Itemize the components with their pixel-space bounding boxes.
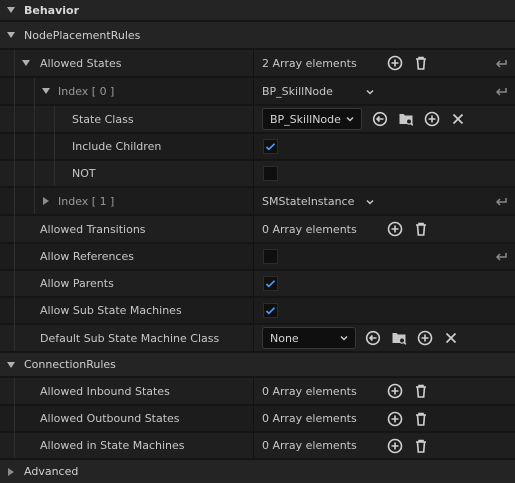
use-selected-icon[interactable] (372, 111, 388, 127)
prop-label: State Class (72, 112, 134, 126)
category-label: Behavior (24, 3, 80, 17)
array-count: 0 Array elements (262, 412, 357, 425)
prop-default-sub-sm-class: Default Sub State Machine Class None (0, 325, 515, 351)
prop-label: Index [ 0 ] (58, 84, 115, 98)
tree-guide (34, 78, 35, 214)
array-count: 2 Array elements (262, 56, 357, 70)
chevron-right-icon[interactable] (43, 197, 49, 205)
allow-references-checkbox[interactable] (263, 249, 278, 264)
prop-allow-references: Allow References (0, 244, 515, 269)
browse-icon[interactable] (398, 111, 414, 127)
chevron-down-icon[interactable] (365, 87, 375, 97)
chevron-down-icon[interactable] (7, 361, 15, 368)
category-label: ConnectionRules (24, 358, 116, 371)
prop-not: NOT (0, 161, 515, 186)
prop-label: Allow References (40, 250, 134, 263)
tree-guide (14, 378, 15, 458)
clear-icon[interactable] (450, 111, 466, 127)
category-label: NodePlacementRules (24, 28, 141, 42)
category-advanced[interactable]: Advanced (0, 460, 515, 483)
dropdown-value: None (270, 331, 299, 345)
chevron-down-icon (345, 114, 355, 124)
prop-allowed-in-state-machines: Allowed in State Machines 0 Array elemen… (0, 433, 515, 458)
category-node-placement-rules[interactable]: NodePlacementRules (0, 22, 515, 48)
prop-index-1: Index [ 1 ] SMStateInstance (0, 188, 515, 214)
add-icon[interactable] (424, 111, 440, 127)
prop-allow-sub-state-machines: Allow Sub State Machines (0, 298, 515, 323)
checkmark-icon (264, 277, 277, 290)
reset-arrow-icon[interactable] (493, 193, 509, 209)
checkmark-icon (264, 140, 277, 153)
chevron-down-icon[interactable] (365, 197, 375, 207)
prop-label: Allow Sub State Machines (40, 304, 182, 317)
add-icon[interactable] (387, 383, 403, 399)
trash-icon[interactable] (413, 383, 429, 399)
class-value: SMStateInstance (262, 194, 355, 208)
prop-allowed-states: Allowed States 2 Array elements (0, 50, 515, 76)
clear-icon[interactable] (443, 330, 459, 346)
browse-icon[interactable] (391, 330, 407, 346)
add-icon[interactable] (387, 55, 403, 71)
array-count: 0 Array elements (262, 222, 357, 236)
prop-state-class: State Class BP_SkillNode (0, 106, 515, 132)
category-behavior[interactable]: Behavior (0, 0, 515, 20)
prop-label: Index [ 1 ] (58, 194, 115, 208)
array-count: 0 Array elements (262, 384, 357, 398)
category-label: Advanced (24, 465, 79, 478)
category-connection-rules[interactable]: ConnectionRules (0, 353, 515, 376)
add-icon[interactable] (387, 438, 403, 454)
use-selected-icon[interactable] (365, 330, 381, 346)
array-count: 0 Array elements (262, 439, 357, 452)
state-class-dropdown[interactable]: BP_SkillNode (262, 108, 362, 130)
default-sub-sm-class-dropdown[interactable]: None (262, 327, 356, 349)
prop-label: Allowed Inbound States (40, 384, 170, 398)
prop-label: Allow Parents (40, 277, 114, 290)
chevron-down-icon[interactable] (42, 88, 50, 94)
trash-icon[interactable] (413, 438, 429, 454)
trash-icon[interactable] (413, 221, 429, 237)
chevron-down-icon[interactable] (22, 60, 30, 66)
chevron-down-icon[interactable] (7, 7, 15, 13)
prop-label: NOT (72, 167, 96, 180)
include-children-checkbox[interactable] (263, 139, 278, 154)
prop-label: Allowed Outbound States (40, 412, 180, 425)
prop-allowed-outbound-states: Allowed Outbound States 0 Array elements (0, 406, 515, 431)
not-checkbox[interactable] (263, 166, 278, 181)
chevron-down-icon (339, 333, 349, 343)
allow-sub-state-machines-checkbox[interactable] (263, 303, 278, 318)
prop-label: Include Children (72, 140, 162, 153)
prop-label: Allowed in State Machines (40, 439, 185, 452)
reset-arrow-icon[interactable] (493, 248, 509, 264)
prop-index-0: Index [ 0 ] BP_SkillNode (0, 78, 515, 104)
trash-icon[interactable] (413, 55, 429, 71)
prop-allowed-inbound-states: Allowed Inbound States 0 Array elements (0, 378, 515, 404)
checkmark-icon (264, 304, 277, 317)
trash-icon[interactable] (413, 411, 429, 427)
prop-label: Allowed Transitions (40, 222, 146, 236)
chevron-right-icon[interactable] (8, 467, 14, 476)
add-icon[interactable] (387, 411, 403, 427)
add-icon[interactable] (387, 221, 403, 237)
dropdown-value: BP_SkillNode (270, 112, 341, 126)
tree-guide (54, 106, 55, 186)
class-value: BP_SkillNode (262, 84, 333, 98)
prop-label: Default Sub State Machine Class (40, 331, 220, 345)
chevron-down-icon[interactable] (7, 32, 15, 38)
prop-allowed-transitions: Allowed Transitions 0 Array elements (0, 216, 515, 242)
reset-arrow-icon[interactable] (493, 55, 509, 71)
prop-include-children: Include Children (0, 134, 515, 159)
reset-arrow-icon[interactable] (493, 83, 509, 99)
tree-guide (14, 50, 15, 351)
add-icon[interactable] (417, 330, 433, 346)
prop-label: Allowed States (40, 56, 122, 70)
allow-parents-checkbox[interactable] (263, 276, 278, 291)
prop-allow-parents: Allow Parents (0, 271, 515, 296)
